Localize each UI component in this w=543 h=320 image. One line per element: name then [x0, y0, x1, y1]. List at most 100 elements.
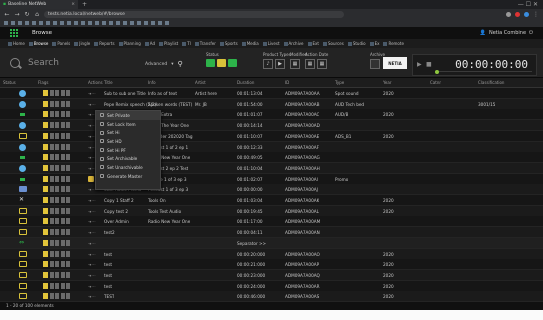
- apps-grid-icon[interactable]: [10, 28, 20, 38]
- menu-item-livest[interactable]: Livest: [262, 41, 280, 46]
- column-header-duration[interactable]: Duration: [237, 80, 254, 85]
- status-green-toggle[interactable]: [206, 59, 215, 67]
- table-row[interactable]: ⇥⋯ Copy test 2 Tools Test Audio 00:00:19:45…: [0, 205, 543, 217]
- menu-item-sports[interactable]: Sports: [219, 41, 238, 46]
- table-row[interactable]: ⇥⋯ Over Admin Radio New Year One 00:01:17:0…: [0, 216, 543, 228]
- menu-item-archive[interactable]: Archive: [283, 41, 304, 46]
- menu-item-planning[interactable]: Planning: [118, 41, 141, 46]
- menu-item-reports[interactable]: Reports: [94, 41, 115, 46]
- row-menu-icon[interactable]: ⇥⋯: [88, 209, 95, 214]
- status-green2-toggle[interactable]: [228, 59, 237, 67]
- reload-icon[interactable]: ↻: [24, 11, 30, 18]
- action-date2-button[interactable]: ▦: [317, 59, 327, 69]
- status-yellow-toggle[interactable]: [217, 59, 226, 67]
- menu-item-browse[interactable]: Browse: [28, 41, 48, 46]
- row-menu-icon[interactable]: ⇥⋯: [88, 219, 95, 224]
- context-menu-item[interactable]: Set Archivable: [96, 154, 160, 163]
- context-menu-item[interactable]: Set Private: [96, 111, 160, 120]
- menu-item-ex[interactable]: Ex: [369, 41, 379, 46]
- menu-item-tl[interactable]: Tl: [182, 41, 191, 46]
- table-row[interactable]: ⇥⋯ TEST 00:00:46:000 ADM09A7A00AS 2020: [0, 291, 543, 302]
- column-header-artist[interactable]: Artist: [195, 80, 206, 85]
- context-menu-item[interactable]: Set Hi: [96, 128, 160, 137]
- row-menu-icon[interactable]: ⇥⋯: [88, 241, 95, 246]
- row-menu-icon[interactable]: ⇥⋯: [88, 102, 95, 107]
- bookmark-item[interactable]: [95, 21, 99, 25]
- play-icon[interactable]: ▶: [417, 61, 422, 68]
- table-row[interactable]: ⇥⋯Speaking Seg 2Podcast 1 of 2 ep 100:00…: [0, 141, 543, 153]
- row-menu-icon[interactable]: ⇥⋯: [88, 284, 95, 289]
- row-menu-icon[interactable]: ⇥⋯: [88, 198, 95, 203]
- column-header-type[interactable]: Type: [335, 80, 344, 85]
- menu-item-home[interactable]: Home: [8, 41, 25, 46]
- context-menu-item[interactable]: Set Unarchivable: [96, 163, 160, 172]
- address-input[interactable]: tests.netia.local/netweb/#/browse: [44, 10, 344, 18]
- menu-item-playlist[interactable]: Playlist: [159, 41, 178, 46]
- table-row[interactable]: ⇥⋯Speaking StopRadio The Year One00:00:1…: [0, 120, 543, 132]
- bookmark-item[interactable]: [25, 21, 29, 25]
- menu-item-panels[interactable]: Panels: [52, 41, 70, 46]
- bookmark-item[interactable]: [74, 21, 78, 25]
- table-row[interactable]: ⇥⋯ Sub to sub one Title Info as of text Art…: [0, 88, 543, 99]
- table-row[interactable]: ⇥⋯ test 00:00:20:000 ADM09A7A00AO 2020: [0, 248, 543, 260]
- table-row[interactable]: ⇥⋯Speaking StartRadio Extra00:01:01:07AD…: [0, 109, 543, 121]
- table-row[interactable]: ⇥⋯ test2 00:00:04:11 ADM09A7A00AN: [0, 227, 543, 239]
- bookmark-item[interactable]: [123, 21, 127, 25]
- menu-item-media[interactable]: Media: [241, 41, 259, 46]
- bookmark-item[interactable]: [116, 21, 120, 25]
- menu-item-sources[interactable]: Sources: [322, 41, 344, 46]
- archive-button[interactable]: [370, 59, 380, 69]
- column-header-actions[interactable]: Actions: [88, 80, 103, 85]
- home-icon[interactable]: ⌂: [34, 11, 40, 18]
- bookmark-item[interactable]: [4, 21, 8, 25]
- column-header-classification[interactable]: Classification: [478, 80, 504, 85]
- menu-icon[interactable]: ⋮: [533, 11, 539, 18]
- profile-icon[interactable]: [524, 11, 529, 17]
- bookmark-item[interactable]: [109, 21, 113, 25]
- new-tab-icon[interactable]: +: [78, 1, 91, 8]
- bookmark-item[interactable]: [158, 21, 162, 25]
- advanced-search-button[interactable]: Advanced ▾ ⚲: [145, 60, 183, 68]
- context-menu-item[interactable]: Set HD: [96, 137, 160, 146]
- column-header-status[interactable]: Status: [3, 80, 16, 85]
- context-menu-item[interactable]: Set Hi PF: [96, 146, 160, 155]
- forward-icon[interactable]: →: [14, 11, 20, 18]
- user-box[interactable]: 👤 Netia Combine ⏻: [480, 30, 533, 36]
- window-controls[interactable]: — ☐ ✕: [518, 1, 543, 8]
- table-row[interactable]: ⇥⋯ test 00:00:24:000 ADM09A7A00AR 2020: [0, 280, 543, 292]
- bookmark-item[interactable]: [81, 21, 85, 25]
- column-header-flags[interactable]: Flags: [38, 80, 49, 85]
- row-menu-icon[interactable]: ⇥⋯: [88, 230, 95, 235]
- column-header-year[interactable]: Year: [383, 80, 391, 85]
- search-input[interactable]: Search: [28, 58, 59, 68]
- bookmark-item[interactable]: [151, 21, 155, 25]
- bookmark-item[interactable]: [11, 21, 15, 25]
- table-row[interactable]: ⇥⋯Staff Radio PromoPodcast 1 of 3 ep 300…: [0, 184, 543, 196]
- bookmark-item[interactable]: [165, 21, 169, 25]
- bookmark-item[interactable]: [88, 21, 92, 25]
- context-menu-item[interactable]: Set Lock Item: [96, 120, 160, 129]
- row-menu-icon[interactable]: ⇥⋯: [88, 294, 95, 299]
- star-icon[interactable]: [506, 11, 511, 17]
- menu-item-studio[interactable]: Studio: [347, 41, 366, 46]
- menu-item-remote[interactable]: Remote: [383, 41, 404, 46]
- menu-item-ext[interactable]: Ext: [307, 41, 319, 46]
- menu-item-transfer[interactable]: Transfer: [194, 41, 216, 46]
- context-menu-item[interactable]: Generate Master: [96, 172, 160, 181]
- product-type-video-button[interactable]: ▶: [275, 59, 285, 69]
- browser-tab[interactable]: ▪ Baseline NetWeb ×: [0, 0, 78, 9]
- menu-item-jingle[interactable]: Jingle: [74, 41, 90, 46]
- row-menu-icon[interactable]: ⇥⋯: [88, 273, 95, 278]
- progress-knob[interactable]: [435, 69, 439, 74]
- table-row[interactable]: ⇥⋯ test 00:00:23:000 ADM09A7A00AQ 2020: [0, 269, 543, 281]
- bookmark-item[interactable]: [53, 21, 57, 25]
- stop-icon[interactable]: ■: [426, 61, 432, 68]
- bookmark-item[interactable]: [60, 21, 64, 25]
- table-row[interactable]: ✕ ⇥⋯ Copy 1 Staff 2 Tools On 00:01:03:04 ADM0…: [0, 195, 543, 206]
- bookmark-item[interactable]: [67, 21, 71, 25]
- column-header-info[interactable]: Info: [148, 80, 156, 85]
- product-type-audio-button[interactable]: ♪: [263, 59, 273, 69]
- bookmark-item[interactable]: [18, 21, 22, 25]
- power-icon[interactable]: ⏻: [529, 30, 533, 36]
- bookmark-item[interactable]: [137, 21, 141, 25]
